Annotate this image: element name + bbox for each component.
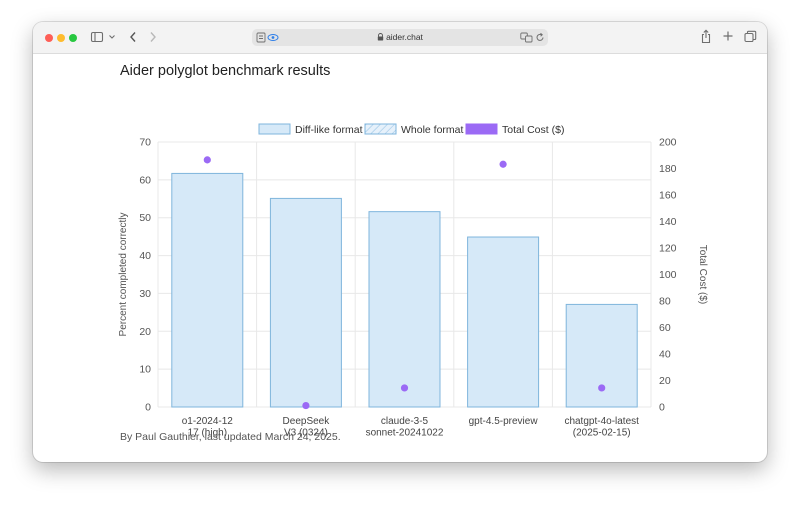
- bars: [171, 172, 638, 408]
- y2-tick-label: 40: [659, 349, 671, 361]
- y2-tick-label: 0: [659, 402, 665, 414]
- bar: [368, 211, 441, 408]
- cost-point: [203, 156, 211, 164]
- y-tick-label: 50: [139, 212, 151, 224]
- minimize-window-button[interactable]: [57, 34, 65, 42]
- y-tick-label: 10: [139, 364, 151, 376]
- bar: [171, 172, 244, 408]
- bar: [467, 236, 540, 408]
- zoom-window-button[interactable]: [69, 34, 77, 42]
- y2-tick-label: 160: [659, 190, 677, 202]
- y2-tick-label: 140: [659, 216, 677, 228]
- x-tick-label: claude-3-5: [381, 416, 429, 427]
- share-icon[interactable]: [700, 29, 712, 44]
- footer-note: By Paul Gauthier, last updated March 24,…: [120, 431, 341, 443]
- bar: [269, 197, 342, 408]
- tab-overview-icon[interactable]: [744, 30, 757, 43]
- url-display[interactable]: aider.chat: [252, 29, 548, 46]
- y2-tick-label: 80: [659, 296, 671, 308]
- benchmark-chart: Diff-like format Whole format Total Cost (…: [118, 123, 708, 439]
- legend-label: Diff-like format: [295, 124, 363, 136]
- sidebar-icon[interactable]: [90, 30, 104, 44]
- bar: [565, 303, 638, 408]
- page-content: Aider polyglot benchmark results Diff-li…: [33, 54, 767, 462]
- x-tick-label: o1-2024-12: [182, 416, 234, 427]
- y-axis-title: Percent completed correctly: [118, 213, 129, 337]
- y-tick-label: 60: [139, 174, 151, 186]
- browser-toolbar: aider.chat: [33, 22, 767, 54]
- new-tab-icon[interactable]: [722, 30, 734, 42]
- close-window-button[interactable]: [45, 34, 53, 42]
- reload-icon[interactable]: [535, 32, 545, 43]
- y-tick-label: 40: [139, 250, 151, 262]
- cost-point: [499, 160, 507, 168]
- browser-window: aider.chat Aider polyglot benchmark resu…: [33, 22, 767, 462]
- back-icon[interactable]: [128, 30, 138, 44]
- y-tick-label: 70: [139, 137, 151, 149]
- y-tick-label: 0: [145, 402, 151, 414]
- legend-swatch: [465, 123, 498, 135]
- x-tick-label: sonnet-20241022: [366, 428, 444, 439]
- translate-icon[interactable]: [520, 32, 533, 43]
- x-tick-label: (2025-02-15): [573, 428, 631, 439]
- forward-icon[interactable]: [148, 30, 158, 44]
- y-tick-label: 20: [139, 326, 151, 338]
- legend-swatch: [258, 123, 291, 135]
- y2-tick-label: 20: [659, 375, 671, 387]
- y-tick-label: 30: [139, 288, 151, 300]
- y2-axis-title: Total Cost ($): [697, 245, 708, 304]
- url-text: aider.chat: [386, 32, 423, 42]
- y2-tick-label: 200: [659, 137, 677, 149]
- cost-point: [598, 384, 606, 392]
- y2-tick-label: 120: [659, 243, 677, 255]
- legend-label: Whole format: [401, 124, 464, 136]
- x-tick-label: DeepSeek: [283, 416, 331, 427]
- y2-tick-label: 180: [659, 163, 677, 175]
- y2-tick-label: 100: [659, 269, 677, 281]
- cost-point: [400, 384, 409, 392]
- address-bar[interactable]: aider.chat: [252, 29, 548, 46]
- x-tick-label: chatgpt-4o-latest: [564, 416, 639, 427]
- legend-label: Total Cost ($): [502, 124, 564, 136]
- cost-point: [302, 401, 310, 410]
- x-tick-label: gpt-4.5-preview: [469, 416, 539, 427]
- chevron-down-icon[interactable]: [108, 32, 116, 42]
- lock-icon: [377, 33, 384, 41]
- legend: Diff-like format Whole format Total Cost (…: [258, 123, 564, 136]
- legend-swatch: [364, 123, 397, 135]
- y2-tick-label: 60: [659, 322, 671, 334]
